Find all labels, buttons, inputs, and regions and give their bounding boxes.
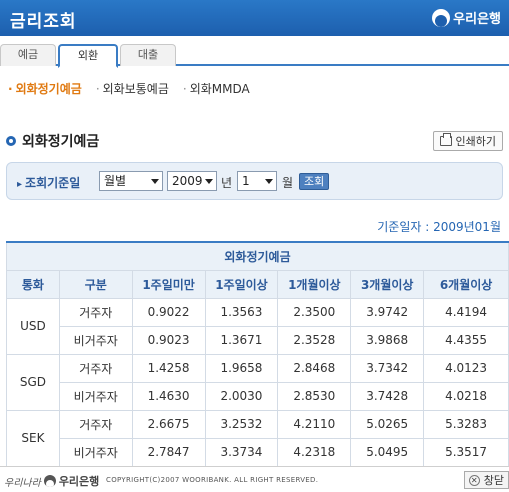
column-header-under-1week: 1주일미만 bbox=[131, 269, 206, 299]
currency-cell: USD bbox=[6, 297, 60, 355]
rate-cell: 3.7428 bbox=[350, 381, 425, 411]
woori-footer-logo-icon bbox=[43, 475, 56, 487]
base-date-text: 기준일자 : 2009년01월 bbox=[377, 220, 501, 234]
subnav-foreign-ordinary-deposit[interactable]: 외화보통예금 bbox=[96, 80, 169, 97]
type-cell: 비거주자 bbox=[58, 437, 133, 467]
woori-logo-icon bbox=[432, 8, 451, 27]
table-header-row: 통화 구분 1주일미만 1주일이상 1개월이상 3개월이상 6개월이상 bbox=[6, 269, 509, 299]
year-select[interactable]: 2009 bbox=[167, 171, 217, 191]
table-row: USD 거주자 0.9022 1.3563 2.3500 3.9742 4.41… bbox=[6, 297, 509, 355]
section-heading: 외화정기예금 bbox=[6, 131, 99, 151]
column-header-over-6month: 6개월이상 bbox=[423, 269, 509, 299]
table-row: 비거주자 0.9023 1.3671 2.3528 3.9868 4.4355 bbox=[7, 325, 509, 355]
chevron-down-icon bbox=[205, 179, 213, 184]
period-select[interactable]: 월별 bbox=[99, 171, 163, 191]
month-select[interactable]: 1 bbox=[237, 171, 277, 191]
rate-cell: 5.0495 bbox=[350, 437, 425, 467]
footer-bar: 우리나라 우리은행 COPYRIGHT(C)2007 WOORIBANK. AL… bbox=[0, 466, 509, 492]
rate-cell: 1.3671 bbox=[204, 325, 279, 355]
copyright-text: COPYRIGHT(C)2007 WOORIBANK. ALL RIGHT RE… bbox=[106, 476, 319, 484]
close-window-button[interactable]: ✕ 창닫 bbox=[463, 471, 509, 489]
rate-cell: 2.6675 bbox=[131, 409, 206, 439]
type-cell: 거주자 bbox=[58, 297, 133, 327]
tab-foreign-exchange[interactable]: 외환 bbox=[58, 44, 118, 68]
table-row: 비거주자 2.7847 3.3734 4.2318 5.0495 5.3517 bbox=[7, 437, 509, 467]
currency-cell: SEK bbox=[6, 409, 60, 467]
rate-cell: 4.0123 bbox=[423, 353, 509, 383]
table-row: SEK 거주자 2.6675 3.2532 4.2110 5.0265 5.32… bbox=[6, 409, 509, 467]
type-cell: 거주자 bbox=[58, 409, 133, 439]
column-header-over-1week: 1주일이상 bbox=[204, 269, 279, 299]
print-label: 인쇄하기 bbox=[455, 135, 496, 148]
header-bar: 금리조회 우리은행 bbox=[0, 0, 509, 36]
rate-cell: 2.8530 bbox=[277, 381, 352, 411]
page-title: 금리조회 bbox=[10, 12, 77, 32]
search-panel: 조회기준일 월별 2009 년 1 월 조회 bbox=[6, 162, 503, 200]
rate-cell: 0.9022 bbox=[131, 297, 206, 327]
tab-deposit[interactable]: 예금 bbox=[0, 44, 56, 66]
search-date-label: 조회기준일 bbox=[17, 174, 80, 191]
year-select-value: 2009 bbox=[172, 174, 203, 188]
subnav-foreign-time-deposit[interactable]: 외화정기예금 bbox=[8, 80, 82, 97]
rate-cell: 5.3517 bbox=[423, 437, 509, 467]
rate-cell: 2.3528 bbox=[277, 325, 352, 355]
tab-loan[interactable]: 대출 bbox=[120, 44, 176, 66]
rate-cell: 4.0218 bbox=[423, 381, 509, 411]
footer-brand: 우리은행 bbox=[58, 475, 100, 488]
rate-cell: 1.3563 bbox=[204, 297, 279, 327]
rate-cell: 3.2532 bbox=[204, 409, 279, 439]
table-row: SGD 거주자 1.4258 1.9658 2.8468 3.7342 4.01… bbox=[6, 353, 509, 411]
rate-cell: 2.0030 bbox=[204, 381, 279, 411]
close-icon: ✕ bbox=[468, 474, 480, 486]
print-button[interactable]: 인쇄하기 bbox=[432, 131, 503, 151]
type-cell: 비거주자 bbox=[58, 325, 133, 355]
rate-cell: 1.9658 bbox=[204, 353, 279, 383]
rate-cell: 4.2318 bbox=[277, 437, 352, 467]
rate-cell: 3.9742 bbox=[350, 297, 425, 327]
rate-cell: 2.7847 bbox=[131, 437, 206, 467]
brand-name: 우리은행 bbox=[453, 12, 501, 27]
footer-slogan: 우리나라 bbox=[4, 477, 41, 489]
tab-bar: 예금 외환 대출 bbox=[0, 44, 509, 68]
table-group-header-row: 외화정기예금 bbox=[6, 241, 509, 271]
section-title-text: 외화정기예금 bbox=[22, 134, 100, 150]
column-header-currency: 통화 bbox=[6, 269, 60, 299]
bullet-circle-icon bbox=[6, 136, 16, 146]
subnav-foreign-mmda[interactable]: 외화MMDA bbox=[183, 80, 250, 97]
column-header-type: 구분 bbox=[58, 269, 133, 299]
rate-cell: 4.4194 bbox=[423, 297, 509, 327]
rate-cell: 3.3734 bbox=[204, 437, 279, 467]
column-header-over-3month: 3개월이상 bbox=[350, 269, 425, 299]
rate-cell: 3.9868 bbox=[350, 325, 425, 355]
currency-cell: SGD bbox=[6, 353, 60, 411]
close-label: 창닫 bbox=[483, 474, 504, 487]
rate-cell: 3.7342 bbox=[350, 353, 425, 383]
rate-cell: 0.9023 bbox=[131, 325, 206, 355]
search-submit-button[interactable]: 조회 bbox=[299, 173, 330, 190]
chevron-down-icon bbox=[151, 179, 159, 184]
table-group-header: 외화정기예금 bbox=[6, 241, 509, 271]
rate-cell: 1.4258 bbox=[131, 353, 206, 383]
rate-cell: 4.4355 bbox=[423, 325, 509, 355]
type-cell: 비거주자 bbox=[58, 381, 133, 411]
month-unit-label: 월 bbox=[282, 176, 294, 190]
rate-cell: 2.3500 bbox=[277, 297, 352, 327]
column-header-over-1month: 1개월이상 bbox=[277, 269, 352, 299]
printer-icon bbox=[439, 133, 452, 146]
rate-cell: 5.3283 bbox=[423, 409, 509, 439]
rate-cell: 4.2110 bbox=[277, 409, 352, 439]
type-cell: 거주자 bbox=[58, 353, 133, 383]
year-unit-label: 년 bbox=[221, 176, 233, 190]
rate-table: 외화정기예금 통화 구분 1주일미만 1주일이상 1개월이상 3개월이상 6개월… bbox=[6, 241, 509, 467]
month-select-value: 1 bbox=[242, 174, 250, 188]
rate-cell: 5.0265 bbox=[350, 409, 425, 439]
rate-cell: 2.8468 bbox=[277, 353, 352, 383]
brand-logo: 우리은행 bbox=[432, 8, 501, 27]
chevron-down-icon bbox=[265, 179, 273, 184]
footer-logo: 우리나라 우리은행 bbox=[4, 473, 99, 489]
period-select-value: 월별 bbox=[104, 174, 127, 188]
rate-cell: 1.4630 bbox=[131, 381, 206, 411]
sub-navigation: 외화정기예금 외화보통예금 외화MMDA bbox=[8, 80, 250, 97]
table-row: 비거주자 1.4630 2.0030 2.8530 3.7428 4.0218 bbox=[7, 381, 509, 411]
